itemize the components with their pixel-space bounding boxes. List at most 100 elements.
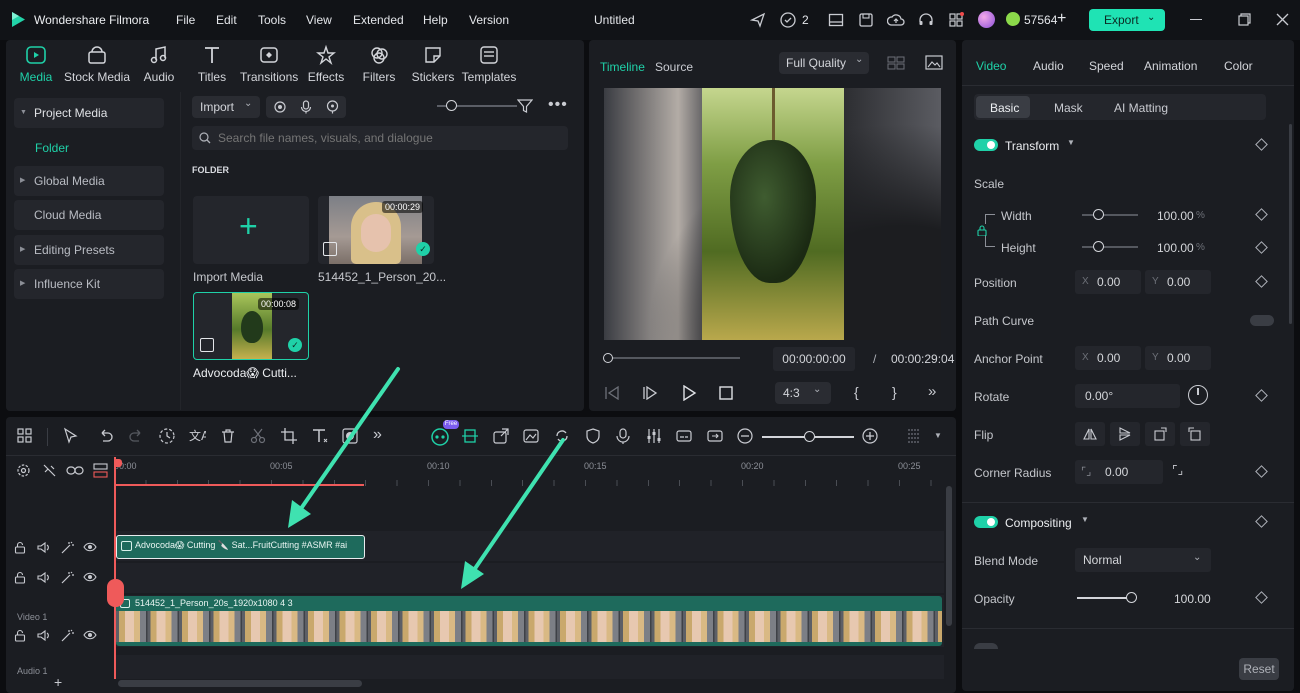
width-slider-handle[interactable] [1093, 209, 1104, 220]
slider-handle[interactable] [446, 100, 457, 111]
rotate-cw-icon[interactable] [1145, 422, 1175, 446]
more-icon[interactable]: ••• [548, 96, 568, 114]
lock-track-icon[interactable] [14, 541, 28, 555]
tab-titles[interactable]: Titles [192, 44, 232, 84]
sidebar-item-influence-kit[interactable]: ▶ Influence Kit [14, 269, 164, 299]
magic-wand-icon[interactable] [60, 571, 74, 585]
tab-audio[interactable]: Audio [138, 44, 180, 84]
lock-track-icon[interactable] [14, 571, 28, 585]
subtitle-icon[interactable] [675, 427, 695, 447]
multicam-icon[interactable] [706, 427, 726, 447]
ai-translate-icon[interactable]: 文A [188, 427, 208, 447]
lock-icon[interactable] [977, 225, 987, 236]
caret-down-icon[interactable]: ▼ [1081, 515, 1089, 524]
more-controls-icon[interactable]: » [928, 383, 936, 400]
task-icon[interactable] [779, 11, 797, 29]
anchor-x-field[interactable]: X 0.00 [1075, 346, 1141, 370]
opacity-slider-handle[interactable] [1126, 592, 1137, 603]
playhead-handle[interactable] [116, 459, 122, 467]
settings-gear-icon[interactable] [16, 463, 31, 478]
search-input[interactable] [218, 129, 558, 147]
shield-icon[interactable] [584, 427, 604, 447]
apps-grid-icon[interactable] [948, 12, 964, 28]
image-edit-icon[interactable] [522, 427, 542, 447]
scrubber-handle[interactable] [603, 353, 613, 363]
media-clip-avocado[interactable]: 00:00:08 ✓ [193, 292, 309, 360]
sidebar-item-cloud-media[interactable]: Cloud Media [14, 200, 164, 230]
timeline-vscrollbar[interactable] [946, 486, 952, 626]
save-icon[interactable] [858, 12, 874, 28]
menu-help[interactable]: Help [423, 13, 448, 27]
mark-out-icon[interactable]: } [892, 384, 897, 400]
tab-video[interactable]: Video [976, 59, 1006, 73]
snapshot-icon[interactable] [925, 55, 943, 71]
sidebar-item-global-media[interactable]: ▶ Global Media [14, 166, 164, 196]
speaker-icon[interactable] [37, 571, 51, 585]
tab-transitions[interactable]: Transitions [240, 44, 298, 84]
avatar[interactable] [978, 11, 995, 28]
speaker-icon[interactable] [37, 629, 51, 643]
eye-icon[interactable] [83, 571, 97, 585]
timeline-ruler[interactable]: 00:00 00:05 00:10 00:15 00:20 00:25 [114, 457, 944, 486]
eye-icon[interactable] [83, 629, 97, 643]
tab-color[interactable]: Color [1224, 59, 1253, 73]
height-slider-handle[interactable] [1093, 241, 1104, 252]
menu-file[interactable]: File [176, 13, 195, 27]
blend-mode-dropdown[interactable]: Normal ⌄ [1075, 548, 1211, 572]
tab-filters[interactable]: Filters [359, 44, 399, 84]
width-value[interactable]: 100.00 [1157, 209, 1194, 223]
opacity-slider[interactable] [1077, 597, 1133, 599]
opacity-value[interactable]: 100.00 [1174, 592, 1211, 606]
add-credits-icon[interactable]: + [1057, 10, 1066, 28]
sidebar-item-editing-presets[interactable]: ▶ Editing Presets [14, 235, 164, 265]
crop-icon[interactable] [280, 427, 300, 447]
subtab-mask[interactable]: Mask [1054, 101, 1083, 115]
tab-stock-media[interactable]: Stock Media [62, 44, 132, 84]
menu-tools[interactable]: Tools [258, 13, 286, 27]
flip-vertical-icon[interactable] [1110, 422, 1140, 446]
sidebar-item-folder[interactable]: Folder [35, 141, 69, 155]
sync-icon[interactable] [553, 427, 573, 447]
speed-ramp-icon[interactable] [158, 427, 178, 447]
playhead-scissor-handle[interactable] [107, 579, 124, 607]
overlay-clip[interactable]: Advocoda😱 Cutting 🔪 Sat...FruitCutting #… [116, 535, 365, 559]
tab-timeline[interactable]: Timeline [600, 60, 645, 74]
import-dropdown[interactable]: Import ⌄ [192, 96, 260, 118]
headset-icon[interactable] [918, 12, 934, 28]
speaker-icon[interactable] [37, 541, 51, 555]
ai-copilot-icon[interactable] [430, 427, 450, 447]
mark-in-icon[interactable]: { [854, 384, 859, 400]
previous-frame-icon[interactable] [604, 386, 620, 400]
aspect-ratio-dropdown[interactable]: 4:3 ⌄ [775, 382, 831, 404]
tab-animation[interactable]: Animation [1144, 59, 1197, 73]
path-curve-toggle[interactable] [1250, 315, 1274, 326]
track-layout-icon[interactable] [906, 427, 926, 447]
more-tools-icon[interactable]: » [373, 426, 382, 444]
stop-icon[interactable] [719, 386, 733, 400]
properties-scrollbar[interactable] [1289, 124, 1292, 324]
mask-icon[interactable] [341, 427, 361, 447]
media-search[interactable] [192, 126, 568, 150]
play-icon[interactable] [681, 385, 697, 401]
minimize-icon[interactable] [1190, 19, 1202, 21]
layout-icon[interactable] [828, 12, 844, 28]
export-clip-icon[interactable] [492, 427, 512, 447]
link-icon[interactable] [66, 463, 84, 478]
menu-version[interactable]: Version [469, 13, 509, 27]
zoom-slider-handle[interactable] [804, 431, 815, 442]
next-frame-icon[interactable] [642, 386, 658, 400]
track-manager-icon[interactable] [93, 463, 108, 478]
rotate-ccw-icon[interactable] [1180, 422, 1210, 446]
tab-effects[interactable]: Effects [304, 44, 348, 84]
import-media-tile[interactable]: + [193, 196, 309, 264]
select-tool-icon[interactable] [62, 427, 82, 447]
tab-speed[interactable]: Speed [1089, 59, 1124, 73]
cloud-upload-icon[interactable] [887, 12, 905, 28]
sidebar-item-project-media[interactable]: ▼ Project Media [14, 98, 164, 128]
grid-view-icon[interactable] [887, 56, 905, 70]
menu-extended[interactable]: Extended [353, 13, 404, 27]
rotate-dial-icon[interactable] [1188, 385, 1208, 405]
tab-source[interactable]: Source [655, 60, 693, 74]
menu-view[interactable]: View [306, 13, 332, 27]
flip-horizontal-icon[interactable] [1075, 422, 1105, 446]
